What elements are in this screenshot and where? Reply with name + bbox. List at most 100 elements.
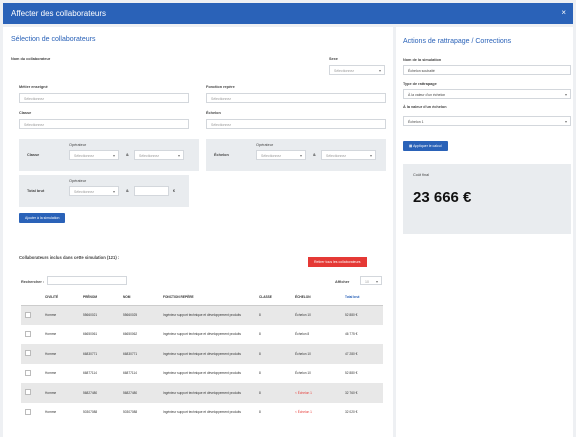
metier-label: Métier enseigné (19, 85, 48, 89)
row-checkbox[interactable] (21, 363, 41, 383)
apply-calculation-button[interactable]: ▦ Appliquer le calcul (403, 141, 448, 151)
add-to-simulation-button[interactable]: Ajouter à la simulation (19, 213, 66, 223)
row-checkbox[interactable] (21, 344, 41, 364)
simulation-input[interactable]: Échelon souhaité (403, 65, 571, 75)
col-nom[interactable]: NOM (119, 289, 159, 306)
type-select[interactable]: À la valeur d'un échelon (403, 89, 571, 99)
row-checkbox[interactable] (21, 324, 41, 344)
checkbox[interactable] (25, 408, 31, 415)
sexe-label: Sexe (329, 57, 338, 61)
echelon-operator-select[interactable]: Sélectionnez (256, 150, 306, 160)
cell-total-brut: 32 760 € (341, 383, 383, 403)
cell-total-brut: 47 280 € (341, 344, 383, 364)
cost-card: Coût final 23 666 € (403, 164, 571, 234)
table-row[interactable]: Homme 55660021 55660025 Ingénieur support t… (21, 305, 383, 325)
cell-civilite: Homme (41, 363, 79, 383)
col-total-brut[interactable]: Total brut (341, 289, 383, 306)
echelon-value-select[interactable]: Sélectionnez (321, 150, 376, 160)
salaire-value-input[interactable] (134, 186, 169, 196)
classe-row-label: Classe (27, 153, 40, 157)
col-classe[interactable]: CLASSE (255, 289, 291, 306)
cell-echelon: Échelon 8 (291, 324, 341, 344)
checkbox[interactable] (25, 311, 31, 318)
cell-nom: 55660025 (119, 305, 159, 325)
cell-nom: 66650062 (119, 324, 159, 344)
checkbox[interactable] (25, 350, 31, 357)
cell-nom: 56827480 (119, 383, 159, 403)
cell-nom: 66830771 (119, 344, 159, 364)
echelon-row-label: Échelon (214, 153, 229, 157)
classe-value-select[interactable]: Sélectionnez (134, 150, 184, 160)
remove-all-button[interactable]: Retirer tous les collaborateurs (308, 257, 367, 267)
name-label: Nom du collaborateur (11, 57, 51, 61)
row-checkbox[interactable] (21, 305, 41, 325)
cell-prenom: 56827480 (79, 383, 119, 403)
salaire-operator-select[interactable]: Sélectionnez (69, 186, 119, 196)
fonction-input[interactable]: Sélectionnez (206, 93, 386, 103)
euro-label: € (173, 189, 176, 193)
col-fonction[interactable]: FONCTION REPÈRE (159, 289, 255, 306)
type-label: Type de rattrapage (403, 82, 437, 86)
col-select (21, 289, 41, 306)
cell-classe: 8 (255, 363, 291, 383)
table-row[interactable]: Homme 66650061 66650062 Ingénieur support t… (21, 324, 383, 344)
echelon-input[interactable]: Sélectionnez (206, 119, 386, 129)
col-civilite[interactable]: CIVILITÉ (41, 289, 79, 306)
table-row[interactable]: Homme 66830771 66830771 Ingénieur support t… (21, 344, 383, 364)
cell-fonction: Ingénieur support technique et développe… (159, 383, 255, 403)
echelon-operator-box: Opérateur Échelon Sélectionnez & Sélecti… (206, 139, 386, 171)
metier-input[interactable]: Sélectionnez (19, 93, 189, 103)
checkbox[interactable] (25, 369, 31, 376)
actions-panel: Actions de rattrapage / Corrections Nom … (396, 27, 573, 437)
show-select[interactable]: 10 (360, 276, 382, 285)
cell-prenom: 55660021 (79, 305, 119, 325)
search-input[interactable] (47, 276, 127, 285)
cell-prenom: 50307088 (79, 402, 119, 422)
actions-title: Actions de rattrapage / Corrections (403, 38, 512, 45)
classe-operator-select[interactable]: Sélectionnez (69, 150, 119, 160)
valeur-label: À la valeur d'un échelon (403, 105, 447, 109)
cost-value: 23 666 € (413, 189, 472, 206)
row-checkbox[interactable] (21, 402, 41, 422)
cell-prenom: 66877114 (79, 363, 119, 383)
classe-operator-box: Opérateur Classe Sélectionnez & Sélectio… (19, 139, 199, 171)
col-prenom[interactable]: PRÉNOM (79, 289, 119, 306)
table-row[interactable]: Homme 66877114 66877114 Ingénieur support t… (21, 363, 383, 383)
cell-fonction: Ingénieur support technique et développe… (159, 402, 255, 422)
salaire-operator-box: Opérateur Total brut Sélectionnez & € (19, 175, 189, 207)
cell-echelon: Échelon 10 (291, 305, 341, 325)
row-checkbox[interactable] (21, 383, 41, 403)
checkbox[interactable] (25, 389, 31, 396)
collaborators-table: CIVILITÉ PRÉNOM NOM FONCTION REPÈRE CLAS… (21, 289, 383, 422)
window-title-bar: Affecter des collaborateurs × (3, 3, 573, 24)
cell-civilite: Homme (41, 344, 79, 364)
fonction-label: Fonction repère (206, 85, 235, 89)
search-label: Rechercher : (21, 280, 45, 284)
classe-label: Classe (19, 111, 32, 115)
echelon-label: Échelon (206, 111, 221, 115)
close-icon[interactable]: × (561, 8, 566, 17)
checkbox[interactable] (25, 330, 31, 337)
table-row[interactable]: Homme 56827480 56827480 Ingénieur support t… (21, 383, 383, 403)
cell-total-brut: 32 020 € (341, 402, 383, 422)
cell-echelon: < Échelon 1 (291, 383, 341, 403)
cell-total-brut: 52 880 € (341, 305, 383, 325)
cell-prenom: 66650061 (79, 324, 119, 344)
col-echelon[interactable]: ÉCHELON (291, 289, 341, 306)
cell-nom: 50307088 (119, 402, 159, 422)
salaire-and-label: & (126, 189, 129, 193)
simulation-label: Nom de la simulation (403, 58, 442, 62)
cell-nom: 66877114 (119, 363, 159, 383)
cell-classe: 8 (255, 402, 291, 422)
sexe-select[interactable]: Sélectionnez (329, 65, 385, 75)
cell-civilite: Homme (41, 324, 79, 344)
salaire-row-label: Total brut (27, 189, 45, 193)
cell-civilite: Homme (41, 383, 79, 403)
cost-label: Coût final (413, 173, 430, 177)
cell-fonction: Ingénieur support technique et développe… (159, 305, 255, 325)
table-row[interactable]: Homme 50307088 50307088 Ingénieur support t… (21, 402, 383, 422)
valeur-select[interactable]: Échelon 1 (403, 116, 571, 126)
classe-input[interactable]: Sélectionnez (19, 119, 189, 129)
cell-echelon: Échelon 10 (291, 344, 341, 364)
cell-fonction: Ingénieur support technique et développe… (159, 344, 255, 364)
